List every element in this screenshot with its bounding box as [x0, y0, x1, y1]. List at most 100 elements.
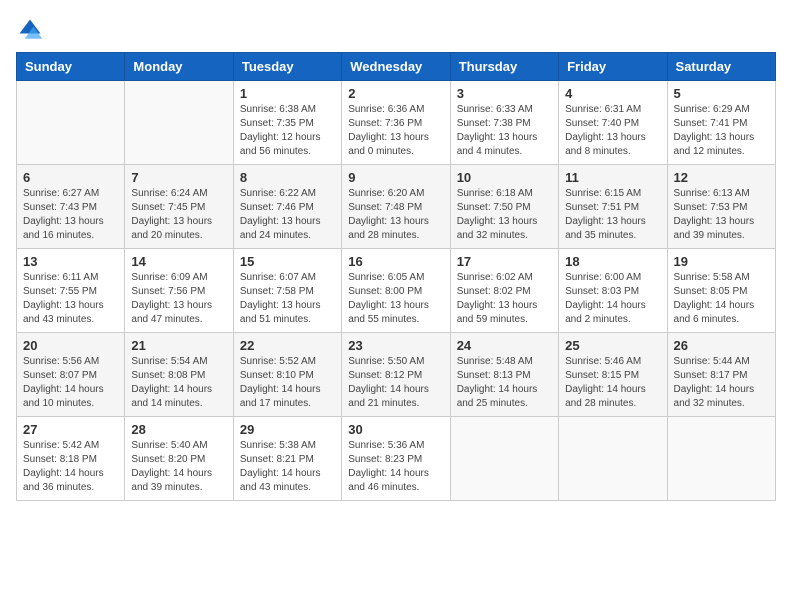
day-info: Sunrise: 5:48 AMSunset: 8:13 PMDaylight:…	[457, 355, 552, 411]
day-number: 29	[240, 422, 335, 437]
day-of-week-header: Sunday	[17, 53, 125, 81]
day-info: Sunrise: 6:07 AMSunset: 7:58 PMDaylight:…	[240, 271, 335, 327]
day-number: 7	[131, 170, 226, 185]
day-info: Sunrise: 5:36 AMSunset: 8:23 PMDaylight:…	[348, 439, 443, 495]
calendar-cell: 4 Sunrise: 6:31 AMSunset: 7:40 PMDaylight…	[559, 81, 667, 165]
calendar-cell: 7 Sunrise: 6:24 AMSunset: 7:45 PMDaylight…	[125, 165, 233, 249]
calendar-cell: 10 Sunrise: 6:18 AMSunset: 7:50 PMDayligh…	[450, 165, 558, 249]
day-number: 21	[131, 338, 226, 353]
day-number: 18	[565, 254, 660, 269]
day-info: Sunrise: 5:54 AMSunset: 8:08 PMDaylight:…	[131, 355, 226, 411]
calendar-cell: 18 Sunrise: 6:00 AMSunset: 8:03 PMDayligh…	[559, 249, 667, 333]
day-info: Sunrise: 6:02 AMSunset: 8:02 PMDaylight:…	[457, 271, 552, 327]
day-number: 27	[23, 422, 118, 437]
day-info: Sunrise: 6:09 AMSunset: 7:56 PMDaylight:…	[131, 271, 226, 327]
day-of-week-header: Saturday	[667, 53, 775, 81]
day-info: Sunrise: 6:36 AMSunset: 7:36 PMDaylight:…	[348, 103, 443, 159]
calendar-week-row: 1 Sunrise: 6:38 AMSunset: 7:35 PMDaylight…	[17, 81, 776, 165]
logo-icon	[16, 16, 44, 44]
calendar-cell: 1 Sunrise: 6:38 AMSunset: 7:35 PMDaylight…	[233, 81, 341, 165]
day-number: 10	[457, 170, 552, 185]
day-number: 23	[348, 338, 443, 353]
calendar-cell: 21 Sunrise: 5:54 AMSunset: 8:08 PMDayligh…	[125, 333, 233, 417]
day-info: Sunrise: 6:29 AMSunset: 7:41 PMDaylight:…	[674, 103, 769, 159]
day-info: Sunrise: 5:42 AMSunset: 8:18 PMDaylight:…	[23, 439, 118, 495]
calendar-cell: 14 Sunrise: 6:09 AMSunset: 7:56 PMDayligh…	[125, 249, 233, 333]
day-info: Sunrise: 6:11 AMSunset: 7:55 PMDaylight:…	[23, 271, 118, 327]
day-info: Sunrise: 5:58 AMSunset: 8:05 PMDaylight:…	[674, 271, 769, 327]
calendar-cell: 16 Sunrise: 6:05 AMSunset: 8:00 PMDayligh…	[342, 249, 450, 333]
calendar-cell: 28 Sunrise: 5:40 AMSunset: 8:20 PMDayligh…	[125, 417, 233, 501]
calendar-cell: 20Sunrise: 5:56 AMSunset: 8:07 PMDayligh…	[17, 333, 125, 417]
day-info: Sunrise: 5:50 AMSunset: 8:12 PMDaylight:…	[348, 355, 443, 411]
day-number: 19	[674, 254, 769, 269]
calendar-week-row: 13 Sunrise: 6:11 AMSunset: 7:55 PMDayligh…	[17, 249, 776, 333]
day-info: Sunrise: 5:52 AMSunset: 8:10 PMDaylight:…	[240, 355, 335, 411]
day-info: Sunrise: 6:24 AMSunset: 7:45 PMDaylight:…	[131, 187, 226, 243]
day-info: Sunrise: 6:18 AMSunset: 7:50 PMDaylight:…	[457, 187, 552, 243]
logo	[16, 16, 48, 44]
calendar-week-row: 20Sunrise: 5:56 AMSunset: 8:07 PMDayligh…	[17, 333, 776, 417]
day-number: 2	[348, 86, 443, 101]
day-info: Sunrise: 6:13 AMSunset: 7:53 PMDaylight:…	[674, 187, 769, 243]
calendar-cell: 5 Sunrise: 6:29 AMSunset: 7:41 PMDaylight…	[667, 81, 775, 165]
calendar-cell	[559, 417, 667, 501]
day-info: Sunrise: 6:33 AMSunset: 7:38 PMDaylight:…	[457, 103, 552, 159]
calendar-cell: 12 Sunrise: 6:13 AMSunset: 7:53 PMDayligh…	[667, 165, 775, 249]
day-number: 25	[565, 338, 660, 353]
day-number: 22	[240, 338, 335, 353]
day-of-week-header: Tuesday	[233, 53, 341, 81]
day-info: Sunrise: 6:20 AMSunset: 7:48 PMDaylight:…	[348, 187, 443, 243]
day-number: 24	[457, 338, 552, 353]
calendar-cell: 9 Sunrise: 6:20 AMSunset: 7:48 PMDaylight…	[342, 165, 450, 249]
calendar-week-row: 6 Sunrise: 6:27 AMSunset: 7:43 PMDaylight…	[17, 165, 776, 249]
day-info: Sunrise: 6:15 AMSunset: 7:51 PMDaylight:…	[565, 187, 660, 243]
day-info: Sunrise: 6:00 AMSunset: 8:03 PMDaylight:…	[565, 271, 660, 327]
calendar-week-row: 27 Sunrise: 5:42 AMSunset: 8:18 PMDayligh…	[17, 417, 776, 501]
day-info: Sunrise: 5:40 AMSunset: 8:20 PMDaylight:…	[131, 439, 226, 495]
day-number: 13	[23, 254, 118, 269]
day-info: Sunrise: 5:56 AMSunset: 8:07 PMDaylight:…	[23, 355, 118, 411]
day-number: 3	[457, 86, 552, 101]
calendar-cell: 24 Sunrise: 5:48 AMSunset: 8:13 PMDayligh…	[450, 333, 558, 417]
calendar-cell: 26 Sunrise: 5:44 AMSunset: 8:17 PMDayligh…	[667, 333, 775, 417]
day-number: 30	[348, 422, 443, 437]
calendar-cell: 22 Sunrise: 5:52 AMSunset: 8:10 PMDayligh…	[233, 333, 341, 417]
day-number: 16	[348, 254, 443, 269]
day-info: Sunrise: 6:05 AMSunset: 8:00 PMDaylight:…	[348, 271, 443, 327]
day-number: 5	[674, 86, 769, 101]
calendar-cell	[667, 417, 775, 501]
calendar-cell	[125, 81, 233, 165]
day-number: 9	[348, 170, 443, 185]
day-number: 1	[240, 86, 335, 101]
calendar-cell: 11 Sunrise: 6:15 AMSunset: 7:51 PMDayligh…	[559, 165, 667, 249]
day-info: Sunrise: 6:38 AMSunset: 7:35 PMDaylight:…	[240, 103, 335, 159]
day-info: Sunrise: 6:27 AMSunset: 7:43 PMDaylight:…	[23, 187, 118, 243]
day-number: 17	[457, 254, 552, 269]
day-number: 14	[131, 254, 226, 269]
day-info: Sunrise: 5:46 AMSunset: 8:15 PMDaylight:…	[565, 355, 660, 411]
calendar-cell: 15 Sunrise: 6:07 AMSunset: 7:58 PMDayligh…	[233, 249, 341, 333]
calendar-cell: 2 Sunrise: 6:36 AMSunset: 7:36 PMDaylight…	[342, 81, 450, 165]
day-number: 11	[565, 170, 660, 185]
day-of-week-header: Monday	[125, 53, 233, 81]
day-info: Sunrise: 6:22 AMSunset: 7:46 PMDaylight:…	[240, 187, 335, 243]
calendar-header-row: SundayMondayTuesdayWednesdayThursdayFrid…	[17, 53, 776, 81]
calendar-cell: 23 Sunrise: 5:50 AMSunset: 8:12 PMDayligh…	[342, 333, 450, 417]
day-info: Sunrise: 6:31 AMSunset: 7:40 PMDaylight:…	[565, 103, 660, 159]
calendar-cell: 6 Sunrise: 6:27 AMSunset: 7:43 PMDaylight…	[17, 165, 125, 249]
calendar-table: SundayMondayTuesdayWednesdayThursdayFrid…	[16, 52, 776, 501]
day-info: Sunrise: 5:44 AMSunset: 8:17 PMDaylight:…	[674, 355, 769, 411]
day-number: 28	[131, 422, 226, 437]
day-number: 4	[565, 86, 660, 101]
calendar-cell	[450, 417, 558, 501]
calendar-cell: 19 Sunrise: 5:58 AMSunset: 8:05 PMDayligh…	[667, 249, 775, 333]
day-number: 26	[674, 338, 769, 353]
day-of-week-header: Thursday	[450, 53, 558, 81]
day-info: Sunrise: 5:38 AMSunset: 8:21 PMDaylight:…	[240, 439, 335, 495]
day-number: 6	[23, 170, 118, 185]
day-number: 12	[674, 170, 769, 185]
calendar-cell: 25 Sunrise: 5:46 AMSunset: 8:15 PMDayligh…	[559, 333, 667, 417]
day-number: 15	[240, 254, 335, 269]
day-number: 8	[240, 170, 335, 185]
